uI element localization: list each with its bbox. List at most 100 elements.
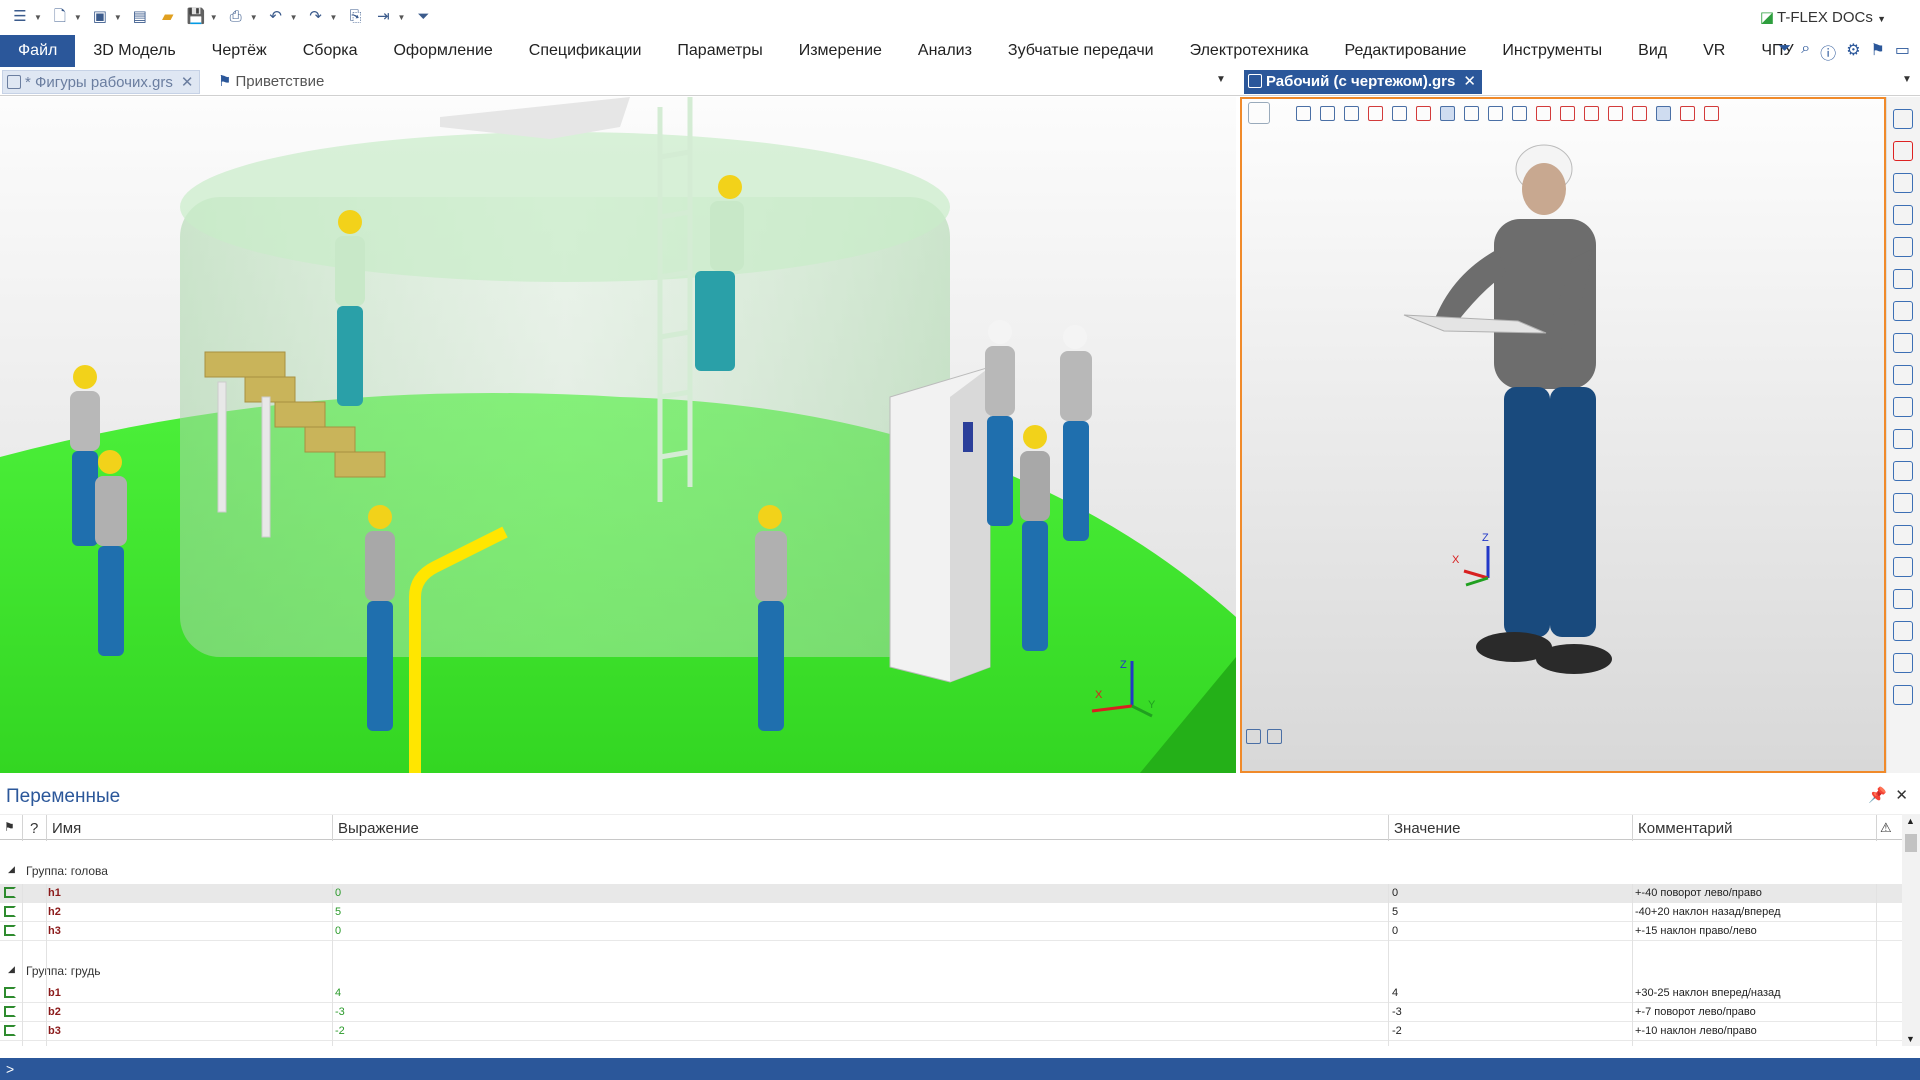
menu-specifications[interactable]: Спецификации xyxy=(529,42,642,60)
table-row[interactable]: h2 5 5 -40+20 наклон назад/вперед xyxy=(0,903,1902,922)
zoom-icon[interactable] xyxy=(1893,173,1913,193)
header-comment[interactable]: Комментарий xyxy=(1638,820,1732,837)
green-flag-icon[interactable] xyxy=(4,925,16,936)
pin-icon[interactable]: 📌 xyxy=(1868,787,1887,804)
warning-icon[interactable]: ⚠ xyxy=(1880,820,1892,836)
header-value[interactable]: Значение xyxy=(1394,820,1461,837)
help-icon[interactable]: ⓘ xyxy=(1820,40,1836,64)
group-row-chest[interactable]: ◢ Группа: грудь xyxy=(0,960,1902,982)
sphere-red-icon[interactable] xyxy=(1560,105,1575,121)
table-row[interactable]: h1 0 0 +-40 поворот лево/право xyxy=(0,884,1902,903)
scroll-up-icon[interactable]: ▲ xyxy=(1906,816,1915,826)
menu-measurement[interactable]: Измерение xyxy=(799,42,882,60)
glasses-alt-icon[interactable] xyxy=(1893,333,1913,353)
solid-red-icon[interactable] xyxy=(1632,105,1647,121)
menu-3d-model[interactable]: 3D Модель xyxy=(93,42,175,60)
scrollbar-thumb[interactable] xyxy=(1905,834,1917,852)
cubes-check-icon[interactable] xyxy=(1893,397,1913,417)
box-wire-icon[interactable] xyxy=(1893,461,1913,481)
search-icon[interactable]: ⌕ xyxy=(1801,40,1810,64)
new-document-icon[interactable]: 🗋 xyxy=(51,8,69,26)
split-vertical-icon[interactable] xyxy=(1246,729,1261,744)
dropdown-arrow-icon[interactable]: ▼ xyxy=(74,13,82,22)
shapes-icon[interactable] xyxy=(1656,105,1671,121)
close-icon[interactable]: ✕ xyxy=(181,74,194,91)
dropdown-arrow-icon[interactable]: ▼ xyxy=(210,13,218,22)
cube-red-icon[interactable] xyxy=(1584,105,1599,121)
menu-design[interactable]: Оформление xyxy=(393,42,492,60)
green-flag-icon[interactable] xyxy=(4,887,16,898)
header-name[interactable]: Имя xyxy=(52,820,81,837)
group-row-head[interactable]: ◢ Группа: голова xyxy=(0,860,1902,882)
question-column[interactable]: ? xyxy=(30,820,38,837)
tab-list-dropdown-icon[interactable]: ▼ xyxy=(1216,74,1226,85)
selection-filter-icon[interactable] xyxy=(1344,105,1359,121)
dropdown-arrow-icon[interactable]: ▼ xyxy=(114,13,122,22)
vertical-scrollbar[interactable]: ▲ ▼ xyxy=(1902,814,1920,1046)
close-icon[interactable]: ✕ xyxy=(1895,787,1908,804)
tab-list-dropdown-icon[interactable]: ▼ xyxy=(1902,74,1912,85)
flag-column-icon[interactable]: ⚑ xyxy=(4,820,15,834)
plane-icon[interactable] xyxy=(1893,429,1913,449)
dropdown-arrow-icon[interactable]: ▼ xyxy=(34,13,42,22)
var-comment[interactable]: +30-25 наклон вперед/назад xyxy=(1635,987,1781,999)
dropdown-arrow-icon[interactable]: ▼ xyxy=(250,13,258,22)
torus-red-icon[interactable] xyxy=(1608,105,1623,121)
settings-gear-icon[interactable]: ⚙ xyxy=(1846,40,1860,64)
glasses-icon[interactable] xyxy=(1893,269,1913,289)
menu-electrical[interactable]: Электротехника xyxy=(1190,42,1309,60)
axes-icon[interactable] xyxy=(1464,105,1479,121)
menu-parameters[interactable]: Параметры xyxy=(677,42,762,60)
tab-worker-with-drawing[interactable]: Рабочий (с чертежом).grs ✕ xyxy=(1244,70,1482,94)
var-expression[interactable]: 0 xyxy=(335,887,341,899)
drawing-icon[interactable] xyxy=(1893,653,1913,673)
filter-settings-icon[interactable] xyxy=(1320,105,1335,121)
blocks-icon[interactable] xyxy=(1893,557,1913,577)
filter-icon[interactable]: ⏷ xyxy=(1778,40,1791,64)
green-shape-icon[interactable] xyxy=(1893,589,1913,609)
macro-icon[interactable]: ⇥ xyxy=(374,8,392,26)
glasses-measure-icon[interactable] xyxy=(1893,301,1913,321)
var-comment[interactable]: +-40 поворот лево/право xyxy=(1635,887,1762,899)
header-expression[interactable]: Выражение xyxy=(338,820,419,837)
table-row[interactable]: h3 0 0 +-15 наклон право/лево xyxy=(0,922,1902,941)
check-green-icon[interactable] xyxy=(1392,105,1407,121)
scroll-down-icon[interactable]: ▼ xyxy=(1906,1034,1915,1044)
scene-3d-viewport[interactable]: Z X Y xyxy=(0,97,1236,773)
var-expression[interactable]: -2 xyxy=(335,1025,345,1037)
tab-workers-figures[interactable]: * Фигуры рабочих.grs ✕ xyxy=(2,70,201,94)
zoom-fit-icon[interactable] xyxy=(1893,237,1913,257)
dropdown-arrow-icon[interactable]: ▼ xyxy=(397,13,405,22)
menu-vr[interactable]: VR xyxy=(1703,42,1725,60)
file-menu-button[interactable]: Файл xyxy=(0,35,76,67)
yellow-box-icon[interactable] xyxy=(1893,525,1913,545)
menu-editing[interactable]: Редактирование xyxy=(1345,42,1467,60)
menu-assembly[interactable]: Сборка xyxy=(303,42,358,60)
cross-select-icon[interactable] xyxy=(1416,105,1431,121)
customize-toolbar-icon[interactable]: ⏷ xyxy=(414,8,432,26)
var-expression[interactable]: 0 xyxy=(335,925,341,937)
section-icon[interactable] xyxy=(1680,105,1695,121)
green-flag-icon[interactable] xyxy=(4,1006,16,1017)
filter-icon[interactable] xyxy=(1296,105,1311,121)
collapse-triangle-icon[interactable]: ◢ xyxy=(8,964,15,975)
var-expression[interactable]: 4 xyxy=(335,987,341,999)
zoom-window-icon[interactable] xyxy=(1893,205,1913,225)
form-icon[interactable]: ▤ xyxy=(131,8,149,26)
collapse-triangle-icon[interactable]: ◢ xyxy=(8,864,15,875)
magnet-icon[interactable] xyxy=(1893,141,1913,161)
explode-icon[interactable] xyxy=(1704,105,1719,121)
var-comment[interactable]: +-7 поворот лево/право xyxy=(1635,1006,1756,1018)
table-row[interactable]: b3 -2 -2 +-10 наклон лево/право xyxy=(0,1022,1902,1041)
coordinate-system-icon[interactable] xyxy=(1488,105,1503,121)
tab-welcome[interactable]: ⚑ Приветствие xyxy=(214,70,330,94)
export-icon[interactable] xyxy=(1893,621,1913,641)
sphere-section-icon[interactable] xyxy=(1893,493,1913,513)
menu-view[interactable]: Вид xyxy=(1638,42,1667,60)
var-expression[interactable]: 5 xyxy=(335,906,341,918)
split-horizontal-icon[interactable] xyxy=(1267,729,1282,744)
dropdown-arrow-icon[interactable]: ▼ xyxy=(330,13,338,22)
select-mode-icon[interactable] xyxy=(1368,105,1383,121)
table-row[interactable]: b2 -3 -3 +-7 поворот лево/право xyxy=(0,1003,1902,1022)
box-red-icon[interactable] xyxy=(1536,105,1551,121)
